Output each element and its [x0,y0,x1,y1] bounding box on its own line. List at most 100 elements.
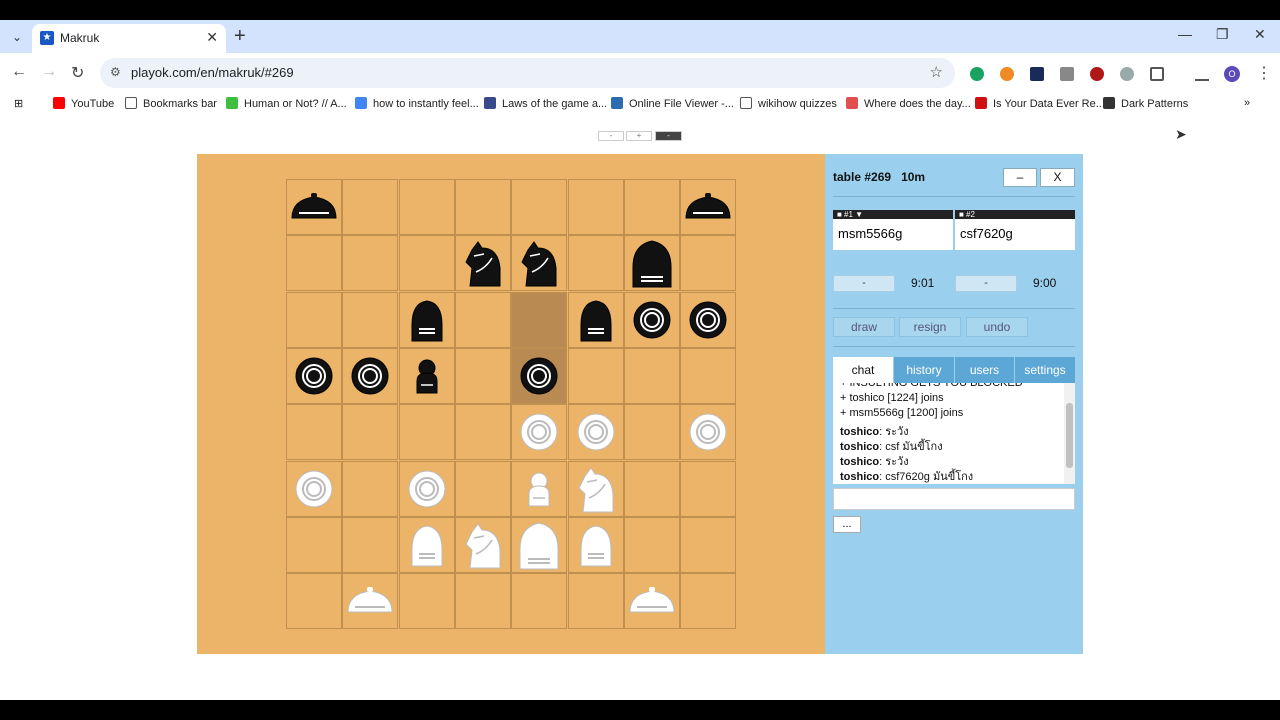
profile-avatar[interactable]: O [1224,66,1240,82]
black-pawn-piece[interactable] [511,348,567,404]
board-square[interactable] [286,573,342,630]
tab-search-icon[interactable]: ⌄ [6,27,28,47]
white-rook-piece[interactable] [342,573,398,629]
board-square[interactable] [286,235,342,292]
black-knight-piece[interactable] [455,235,511,291]
site-info-icon[interactable]: ⚙ [110,65,121,79]
extension-icon[interactable] [1000,67,1014,81]
restore-window-icon[interactable]: ❐ [1216,26,1229,43]
board-square[interactable] [680,516,737,573]
bookmark-item[interactable]: Is Your Data Ever Re... [975,97,1105,110]
white-pawn-piece[interactable] [568,404,624,460]
white-rook-piece[interactable] [624,573,680,629]
new-tab-icon[interactable]: + [234,25,246,48]
bookmark-item[interactable]: how to instantly feel... [355,97,479,110]
tab-makruk[interactable]: ★ Makruk ✕ [32,24,226,53]
black-pawn-piece[interactable] [680,292,736,348]
more-bookmarks-icon[interactable]: » [1244,97,1250,109]
shield-extension-icon[interactable] [1120,67,1134,81]
extension-icon[interactable] [1060,67,1074,81]
board-square[interactable] [454,460,511,517]
close-window-icon[interactable]: ✕ [1254,26,1266,43]
minimize-window-icon[interactable]: — [1178,26,1192,42]
grammarly-extension-icon[interactable] [970,67,984,81]
chat-scrollbar[interactable] [1064,383,1075,484]
scroll-thumb[interactable] [1066,403,1073,468]
board-square[interactable] [454,573,511,630]
board-square[interactable] [454,347,511,404]
minimize-table-button[interactable]: – [1003,168,1037,187]
adblock-extension-icon[interactable] [1090,67,1104,81]
bookmark-star-icon[interactable]: ☆ [930,63,943,81]
board-square[interactable] [398,404,455,461]
board-square[interactable] [454,179,511,235]
board-square[interactable] [511,291,568,348]
bookmark-item[interactable]: Where does the day... [846,97,971,110]
board-square[interactable] [680,573,737,630]
black-bishop-piece[interactable] [568,292,624,348]
board-square[interactable] [286,291,342,348]
bookmark-item[interactable]: Human or Not? // A... [226,97,347,110]
board-square[interactable] [623,404,680,461]
board-square[interactable] [567,347,624,404]
bookmark-item[interactable]: Laws of the game a... [484,97,607,110]
board-square[interactable] [342,460,399,517]
board-square[interactable] [567,573,624,630]
zoom-in-button[interactable]: + [626,131,652,141]
draw-button[interactable]: draw [833,317,895,337]
board-square[interactable] [398,179,455,235]
white-pawn-piece[interactable] [286,461,342,517]
chat-log[interactable]: toshico: csf7620g มันขี้โกง toshico: ระวั… [833,383,1075,484]
tab-settings[interactable]: settings [1015,357,1075,383]
board-square[interactable] [454,291,511,348]
white-bishop-piece[interactable] [568,517,624,573]
board-square[interactable] [680,347,737,404]
bookmark-item[interactable]: YouTube [53,97,114,110]
black-queen-piece[interactable] [399,348,455,404]
seat-1-button[interactable]: - [833,275,895,292]
black-pawn-piece[interactable] [342,348,398,404]
extensions-puzzle-icon[interactable] [1150,67,1164,81]
board-square[interactable] [398,235,455,292]
white-bishop-piece[interactable] [399,517,455,573]
board-square[interactable] [680,460,737,517]
board-square[interactable] [567,235,624,292]
board-square[interactable] [342,235,399,292]
close-table-button[interactable]: X [1040,168,1075,187]
white-king-piece[interactable] [511,517,567,573]
media-control-icon[interactable] [1195,67,1209,81]
reload-icon[interactable]: ↻ [71,63,84,83]
black-knight-piece[interactable] [511,235,567,291]
makruk-board[interactable] [286,179,737,630]
black-rook-piece[interactable] [286,179,342,235]
zoom-reset-button[interactable]: - [655,131,682,141]
board-square[interactable] [342,404,399,461]
board-square[interactable] [342,516,399,573]
resign-button[interactable]: resign [899,317,961,337]
chat-input[interactable] [833,488,1075,510]
board-square[interactable] [623,179,680,235]
bookmark-item[interactable]: Bookmarks bar [125,97,217,110]
board-square[interactable] [567,179,624,235]
bookmark-item[interactable]: wikihow quizzes [740,97,837,110]
white-pawn-piece[interactable] [680,404,736,460]
white-pawn-piece[interactable] [399,461,455,517]
board-square[interactable] [342,291,399,348]
player-seat-1[interactable]: ■ #1 ▼ msm5566g [833,210,953,250]
tab-chat[interactable]: chat [833,357,893,383]
tab-close-icon[interactable]: ✕ [206,29,218,46]
menu-kebab-icon[interactable]: ⋮ [1256,63,1272,83]
black-bishop-piece[interactable] [399,292,455,348]
black-king-piece[interactable] [624,235,680,291]
bookmark-item[interactable]: Online File Viewer -... [611,97,734,110]
forward-icon[interactable]: → [41,63,57,81]
extension-icon[interactable] [1030,67,1044,81]
black-pawn-piece[interactable] [624,292,680,348]
black-pawn-piece[interactable] [286,348,342,404]
board-square[interactable] [623,516,680,573]
white-knight-piece[interactable] [568,461,624,517]
board-square[interactable] [511,179,568,235]
board-square[interactable] [623,347,680,404]
address-bar[interactable]: ⚙ playok.com/en/makruk/#269 ☆ [100,58,955,88]
undo-button[interactable]: undo [966,317,1028,337]
